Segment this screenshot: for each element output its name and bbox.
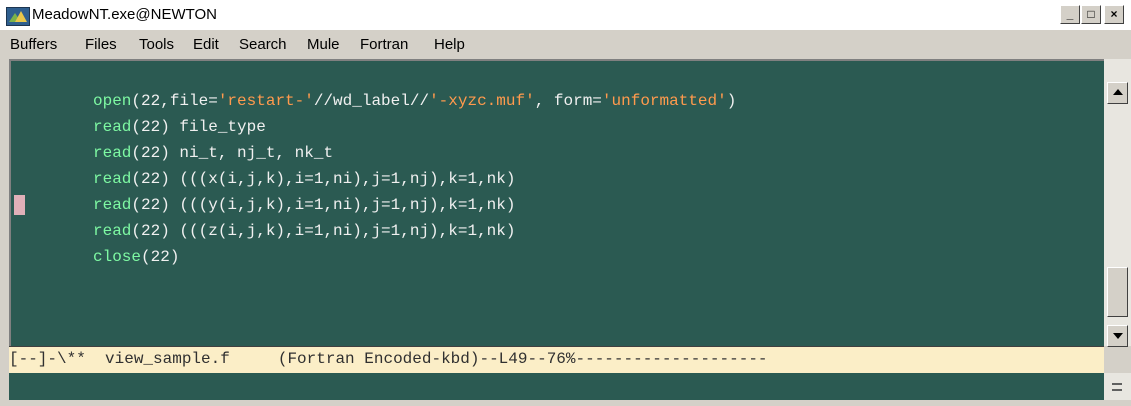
- menu-mule[interactable]: Mule: [307, 36, 340, 53]
- arrow-down-icon: [1113, 333, 1123, 339]
- mode-line-text: [--]-\** view_sample.f (Fortran Encoded-…: [9, 350, 768, 368]
- meadow-app-icon[interactable]: [6, 7, 30, 26]
- scroll-up-button[interactable]: [1107, 82, 1128, 104]
- scroll-down-button[interactable]: [1107, 325, 1128, 347]
- window-title: MeadowNT.exe@NEWTON: [32, 6, 217, 23]
- code-line: read(22) (((z(i,j,k),i=1,ni),j=1,nj),k=1…: [93, 222, 516, 240]
- mode-line: [--]-\** view_sample.f (Fortran Encoded-…: [9, 346, 1104, 373]
- window-bottom-edge: [0, 400, 1131, 406]
- menu-buffers[interactable]: Buffers: [10, 36, 57, 53]
- code-line: read(22) (((y(i,j,k),i=1,ni),j=1,nj),k=1…: [93, 196, 516, 214]
- title-bar[interactable]: MeadowNT.exe@NEWTON _ □ ×: [0, 0, 1131, 30]
- editor-text-area[interactable]: open(22,file='restart-'//wd_label//'-xyz…: [9, 59, 1104, 346]
- text-cursor: [14, 195, 25, 215]
- code-line: read(22) (((x(i,j,k),i=1,ni),j=1,nj),k=1…: [93, 170, 516, 188]
- menu-fortran[interactable]: Fortran: [360, 36, 408, 53]
- code-line: close(22): [93, 248, 180, 266]
- minibuffer-scroll-grip[interactable]: [1104, 373, 1131, 400]
- menu-search[interactable]: Search: [239, 36, 287, 53]
- code-line-open: open(22,file='restart-'//wd_label//'-xyz…: [93, 92, 737, 110]
- menu-files[interactable]: Files: [85, 36, 117, 53]
- menu-bar: Buffers Files Tools Edit Search Mule For…: [0, 30, 1131, 58]
- minimize-button[interactable]: _: [1060, 5, 1080, 24]
- minibuffer[interactable]: [9, 373, 1104, 400]
- code-line: read(22) file_type: [93, 118, 266, 136]
- menu-edit[interactable]: Edit: [193, 36, 219, 53]
- menu-help[interactable]: Help: [434, 36, 465, 53]
- scrollbar-thumb[interactable]: [1107, 267, 1128, 317]
- close-button[interactable]: ×: [1104, 5, 1124, 24]
- menu-tools[interactable]: Tools: [139, 36, 174, 53]
- vertical-scrollbar[interactable]: [1104, 59, 1131, 347]
- arrow-up-icon: [1113, 89, 1123, 95]
- maximize-button[interactable]: □: [1081, 5, 1101, 24]
- grip-icon: [1112, 383, 1122, 391]
- code-line: read(22) ni_t, nj_t, nk_t: [93, 144, 334, 162]
